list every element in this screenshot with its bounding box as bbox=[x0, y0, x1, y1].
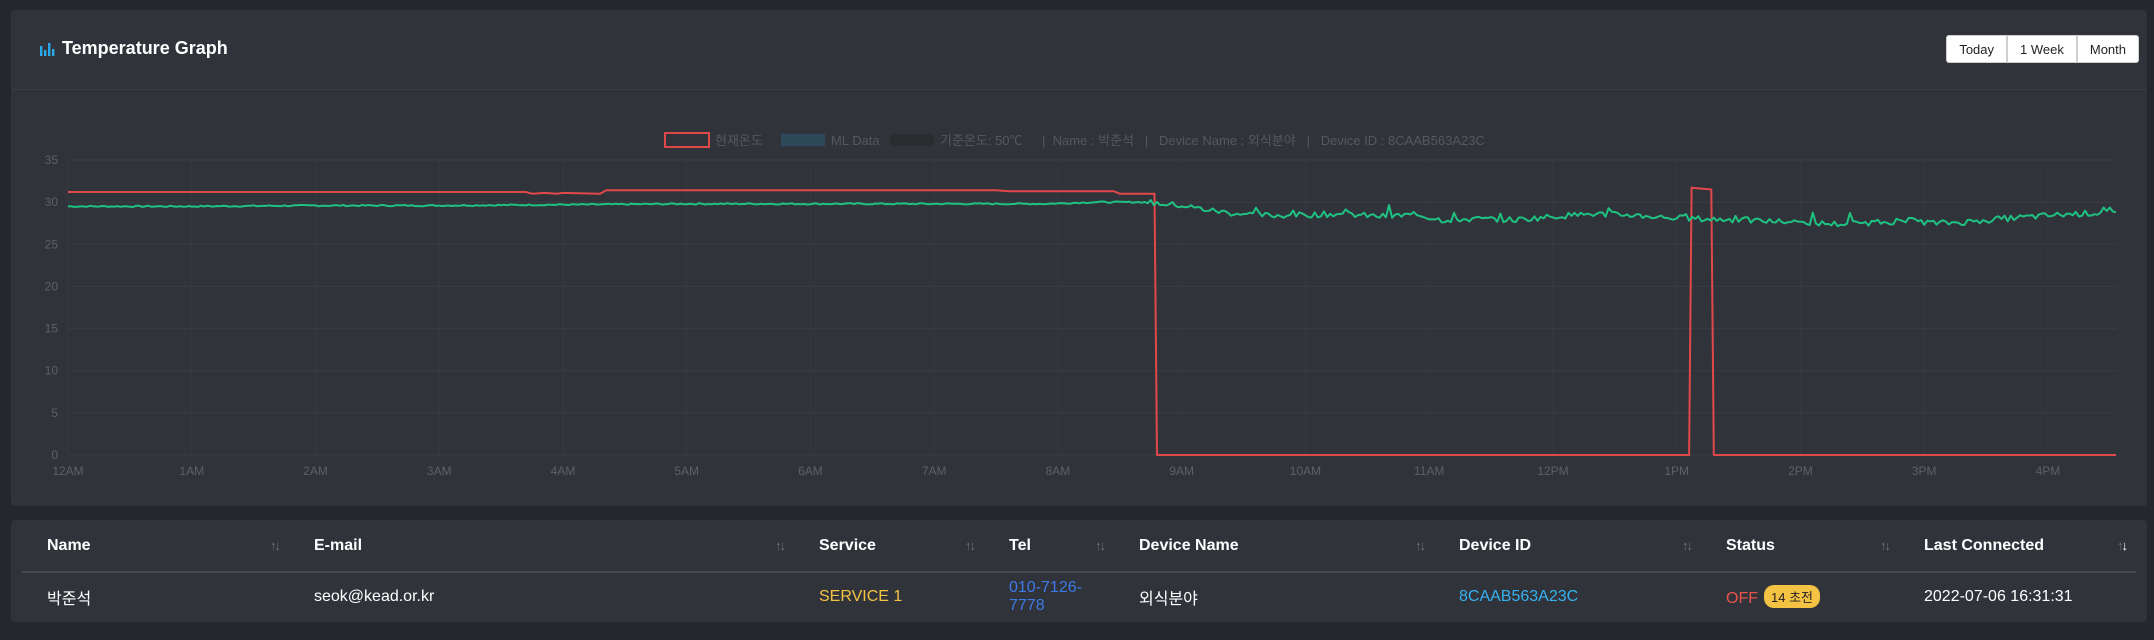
device-table-card: Name ↑↓ E-mail ↑↓ Service ↑↓ Tel ↑↓ Device N… bbox=[11, 520, 2147, 622]
x-tick-label: 1PM bbox=[1664, 464, 1689, 478]
x-tick-label: 9AM bbox=[1169, 464, 1194, 478]
sort-icon[interactable]: ↑↓ bbox=[1880, 538, 1891, 553]
column-header-email[interactable]: E-mail ↑↓ bbox=[289, 520, 794, 573]
page-title: Temperature Graph bbox=[62, 38, 228, 58]
temperature-graph-card: Temperature Graph Today 1 Week Month 0 5 1… bbox=[11, 10, 2147, 506]
chart-grid bbox=[67, 159, 2116, 456]
x-tick-label: 6AM bbox=[798, 464, 823, 478]
sort-icon[interactable]: ↑↓ bbox=[965, 538, 976, 553]
x-tick-label: 3PM bbox=[1912, 464, 1937, 478]
today-button[interactable]: Today bbox=[1946, 35, 2008, 63]
chart-series bbox=[67, 186, 2117, 456]
cell-last-connected: 2022-07-06 16:31:31 bbox=[1924, 587, 2073, 605]
cell-tel[interactable]: 010-7126-7778 bbox=[984, 572, 1114, 620]
legend-swatch-current-temp[interactable] bbox=[664, 132, 710, 148]
one-week-button[interactable]: 1 Week bbox=[2007, 35, 2077, 63]
x-tick-label: 8AM bbox=[1046, 464, 1071, 478]
column-header-status[interactable]: Status ↑↓ bbox=[1701, 520, 1899, 573]
legend-label-current-temp: 현재온도 bbox=[715, 133, 763, 148]
y-tick-label: 35 bbox=[45, 153, 59, 167]
x-tick-label: 2PM bbox=[1788, 464, 1813, 478]
y-tick-label: 5 bbox=[51, 406, 58, 420]
y-tick-label: 15 bbox=[45, 322, 59, 336]
sort-icon[interactable]: ↑↓ bbox=[775, 538, 786, 553]
column-header-tel[interactable]: Tel ↑↓ bbox=[984, 520, 1114, 573]
x-tick-label: 12AM bbox=[52, 464, 83, 478]
column-header-device-name[interactable]: Device Name ↑↓ bbox=[1114, 520, 1434, 573]
legend-label-base-temp: 기준온도: 50℃ bbox=[940, 133, 1023, 148]
y-tick-label: 10 bbox=[45, 364, 59, 378]
legend-swatch-ml-data[interactable] bbox=[781, 134, 825, 146]
sort-icon[interactable]: ↑↓ bbox=[1095, 538, 1106, 553]
sort-icon[interactable]: ↑↓ bbox=[2117, 538, 2128, 553]
temperature-chart: 0 5 10 15 20 25 30 35 12AM 1AM 2AM 3AM 4AM 5AM 6AM 7AM 8… bbox=[45, 132, 2117, 478]
series-line-current-temp bbox=[68, 186, 2116, 456]
bar-chart-icon bbox=[40, 42, 55, 56]
x-tick-label: 2AM bbox=[303, 464, 328, 478]
x-tick-label: 11AM bbox=[1414, 464, 1444, 478]
column-header-last-connected[interactable]: Last Connected ↑↓ bbox=[1899, 520, 2136, 573]
series-line-secondary bbox=[67, 199, 2117, 228]
device-table: Name ↑↓ E-mail ↑↓ Service ↑↓ Tel ↑↓ Device N… bbox=[22, 520, 2136, 620]
x-tick-label: 1AM bbox=[179, 464, 204, 478]
cell-email: seok@kead.or.kr bbox=[314, 587, 435, 605]
y-tick-label: 0 bbox=[51, 448, 58, 462]
y-tick-label: 25 bbox=[45, 237, 59, 251]
cell-device-name: 외식분야 bbox=[1139, 590, 1198, 608]
table-row[interactable]: 박준석 seok@kead.or.kr SERVICE 1 010-7126-7… bbox=[22, 572, 2136, 620]
title-wrap: Temperature Graph bbox=[39, 38, 228, 59]
cell-status: OFF 14 초전 bbox=[1701, 572, 1899, 620]
range-button-group: Today 1 Week Month bbox=[1946, 35, 2139, 63]
status-badge: 14 초전 bbox=[1764, 585, 1820, 608]
month-button[interactable]: Month bbox=[2076, 35, 2139, 63]
y-tick-label: 20 bbox=[45, 279, 59, 293]
column-header-service[interactable]: Service ↑↓ bbox=[794, 520, 984, 573]
y-tick-label: 30 bbox=[45, 195, 59, 209]
sort-icon[interactable]: ↑↓ bbox=[270, 538, 281, 553]
x-tick-label: 4PM bbox=[2036, 464, 2061, 478]
table-header-row: Name ↑↓ E-mail ↑↓ Service ↑↓ Tel ↑↓ Device N… bbox=[22, 520, 2136, 573]
cell-service: SERVICE 1 bbox=[819, 587, 903, 605]
x-tick-label: 3AM bbox=[427, 464, 452, 478]
x-tick-label: 7AM bbox=[922, 464, 947, 478]
legend-swatch-base-temp[interactable] bbox=[890, 134, 934, 146]
legend-device-info: | Name : 박준석 | Device Name : 외식분야 | Devi… bbox=[1042, 133, 1485, 148]
sort-icon[interactable]: ↑↓ bbox=[1682, 538, 1693, 553]
status-text: OFF bbox=[1726, 590, 1758, 607]
card-header: Temperature Graph Today 1 Week Month bbox=[11, 10, 2147, 90]
x-tick-label: 12PM bbox=[1537, 464, 1568, 478]
sort-icon[interactable]: ↑↓ bbox=[1415, 538, 1426, 553]
column-header-device-id[interactable]: Device ID ↑↓ bbox=[1434, 520, 1701, 573]
x-tick-label: 5AM bbox=[674, 464, 699, 478]
legend-label-ml-data: ML Data bbox=[831, 133, 880, 148]
chart-legend: 현재온도 ML Data 기준온도: 50℃ | Name : 박준석 | De… bbox=[664, 132, 1485, 148]
x-tick-label: 10AM bbox=[1290, 464, 1321, 478]
column-header-name[interactable]: Name ↑↓ bbox=[22, 520, 289, 573]
cell-name: 박준석 bbox=[47, 590, 92, 608]
x-tick-label: 4AM bbox=[551, 464, 576, 478]
cell-device-id[interactable]: 8CAAB563A23C bbox=[1434, 572, 1701, 620]
